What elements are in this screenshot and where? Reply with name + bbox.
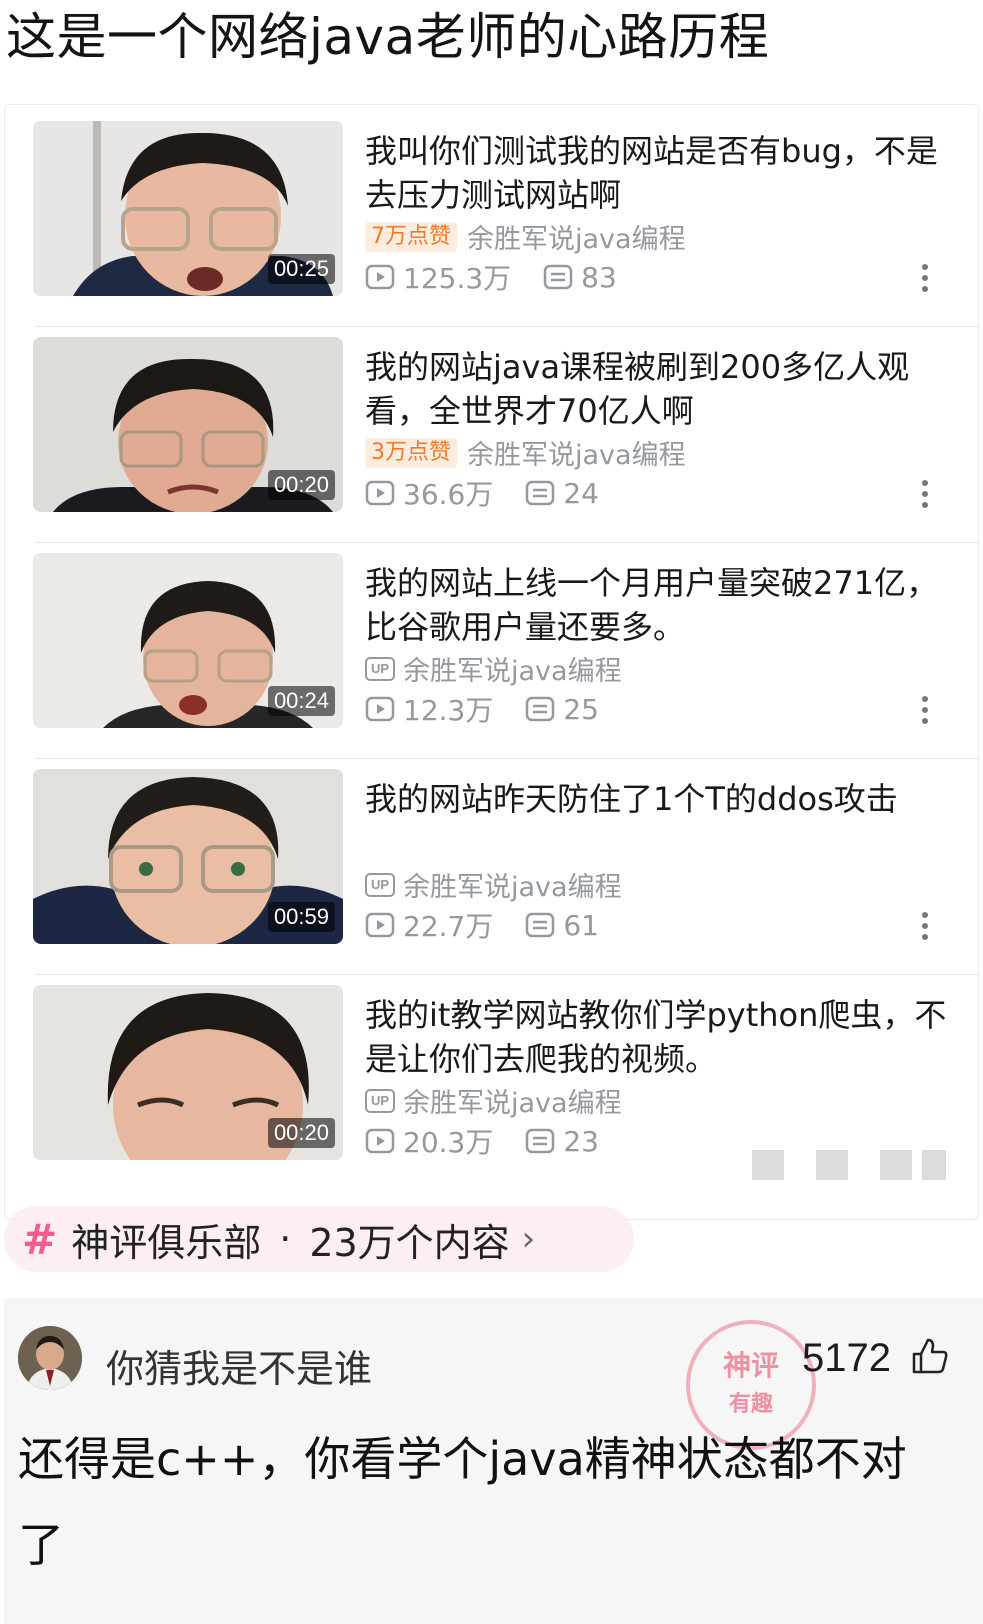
play-icon	[365, 264, 395, 290]
play-icon	[365, 912, 395, 938]
comment-like-count: 5172	[802, 1336, 891, 1380]
video-duration: 00:24	[267, 686, 335, 716]
view-count: 22.7万	[365, 905, 493, 945]
comment-count: 24	[525, 477, 599, 510]
video-stats: 22.7万 61	[365, 905, 631, 945]
video-meta: 3万点赞 余胜军说java编程	[365, 433, 686, 472]
likes-badge: 3万点赞	[365, 437, 457, 468]
comment-count: 25	[525, 693, 599, 726]
video-stats: 12.3万 25	[365, 689, 631, 729]
play-icon	[365, 1128, 395, 1154]
author-name[interactable]: 余胜军说java编程	[467, 433, 686, 472]
video-duration: 00:25	[267, 254, 335, 284]
video-stats: 125.3万 83	[365, 257, 649, 297]
comment-count: 83	[543, 261, 617, 294]
post-title: 这是一个网络java老师的心路历程	[6, 8, 770, 66]
author-name[interactable]: 余胜军说java编程	[403, 1081, 622, 1120]
up-badge: UP	[365, 872, 395, 897]
video-item[interactable]: 00:24 我的网站上线一个月用户量突破271亿，比谷歌用户量还要多。 UP 余…	[5, 537, 978, 759]
play-icon	[365, 696, 395, 722]
up-badge: UP	[365, 656, 395, 681]
video-item[interactable]: 00:25 我叫你们测试我的网站是否有bug，不是去压力测试网站啊 7万点赞 余…	[5, 105, 978, 327]
chevron-right-icon: ›	[521, 1219, 536, 1259]
comment-icon	[526, 1128, 555, 1154]
topic-tag[interactable]: # 神评俱乐部 · 23万个内容 ›	[4, 1206, 634, 1272]
view-count: 20.3万	[365, 1121, 493, 1161]
view-count: 125.3万	[365, 257, 511, 297]
topic-separator: ·	[279, 1217, 292, 1261]
comment-count: 61	[525, 909, 599, 942]
hash-icon: #	[22, 1214, 58, 1264]
video-thumbnail[interactable]: 00:20	[33, 985, 343, 1160]
video-stats: 36.6万 24	[365, 473, 631, 513]
topic-count: 23万个内容	[309, 1220, 510, 1265]
comment-icon	[526, 480, 555, 506]
comment-count: 23	[525, 1125, 599, 1158]
video-meta: UP 余胜军说java编程	[365, 649, 622, 688]
view-count: 12.3万	[365, 689, 493, 729]
play-icon	[365, 480, 395, 506]
more-vertical-icon[interactable]	[920, 695, 930, 725]
video-duration: 00:20	[267, 1118, 335, 1148]
comment-card: 你猜我是不是谁 神评 有趣 5172 还得是c++，你看学个java精神状态都不…	[4, 1298, 983, 1624]
comment-icon	[526, 912, 555, 938]
author-name[interactable]: 余胜军说java编程	[403, 649, 622, 688]
video-meta: UP 余胜军说java编程	[365, 865, 622, 904]
video-thumbnail[interactable]: 00:59	[33, 769, 343, 944]
blurred-placeholder	[752, 1150, 952, 1180]
author-name[interactable]: 余胜军说java编程	[403, 865, 622, 904]
comment-icon	[543, 264, 573, 290]
video-meta: UP 余胜军说java编程	[365, 1081, 622, 1120]
video-list: 00:25 我叫你们测试我的网站是否有bug，不是去压力测试网站啊 7万点赞 余…	[4, 104, 979, 1220]
comment-text: 还得是c++，你看学个java精神状态都不对了	[18, 1432, 907, 1572]
video-duration: 00:20	[267, 470, 335, 500]
video-duration: 00:59	[267, 902, 335, 932]
video-item[interactable]: 00:20 我的网站java课程被刷到200多亿人观看，全世界才70亿人啊 3万…	[5, 321, 978, 543]
author-name[interactable]: 余胜军说java编程	[467, 217, 686, 256]
comment-username[interactable]: 你猜我是不是谁	[106, 1338, 372, 1393]
topic-name: 神评俱乐部	[71, 1220, 262, 1265]
avatar[interactable]	[18, 1326, 82, 1390]
thumb-up-icon[interactable]	[910, 1336, 950, 1376]
likes-badge: 7万点赞	[365, 221, 457, 252]
video-title[interactable]: 我的网站上线一个月用户量突破271亿，比谷歌用户量还要多。	[365, 561, 965, 649]
video-meta: 7万点赞 余胜军说java编程	[365, 217, 686, 256]
video-item[interactable]: 00:59 我的网站昨天防住了1个T的ddos攻击 UP 余胜军说java编程 …	[5, 753, 978, 975]
video-thumbnail[interactable]: 00:20	[33, 337, 343, 512]
video-stats: 20.3万 23	[365, 1121, 631, 1161]
up-badge: UP	[365, 1088, 395, 1113]
video-title[interactable]: 我的it教学网站教你们学python爬虫，不是让你们去爬我的视频。	[365, 993, 965, 1081]
more-vertical-icon[interactable]	[920, 263, 930, 293]
more-vertical-icon[interactable]	[920, 479, 930, 509]
comment-icon	[526, 696, 555, 722]
video-title[interactable]: 我的网站昨天防住了1个T的ddos攻击	[365, 777, 965, 821]
video-title[interactable]: 我的网站java课程被刷到200多亿人观看，全世界才70亿人啊	[365, 345, 965, 433]
view-count: 36.6万	[365, 473, 493, 513]
video-thumbnail[interactable]: 00:25	[33, 121, 343, 296]
video-title[interactable]: 我叫你们测试我的网站是否有bug，不是去压力测试网站啊	[365, 129, 965, 217]
more-vertical-icon[interactable]	[920, 911, 930, 941]
video-thumbnail[interactable]: 00:24	[33, 553, 343, 728]
